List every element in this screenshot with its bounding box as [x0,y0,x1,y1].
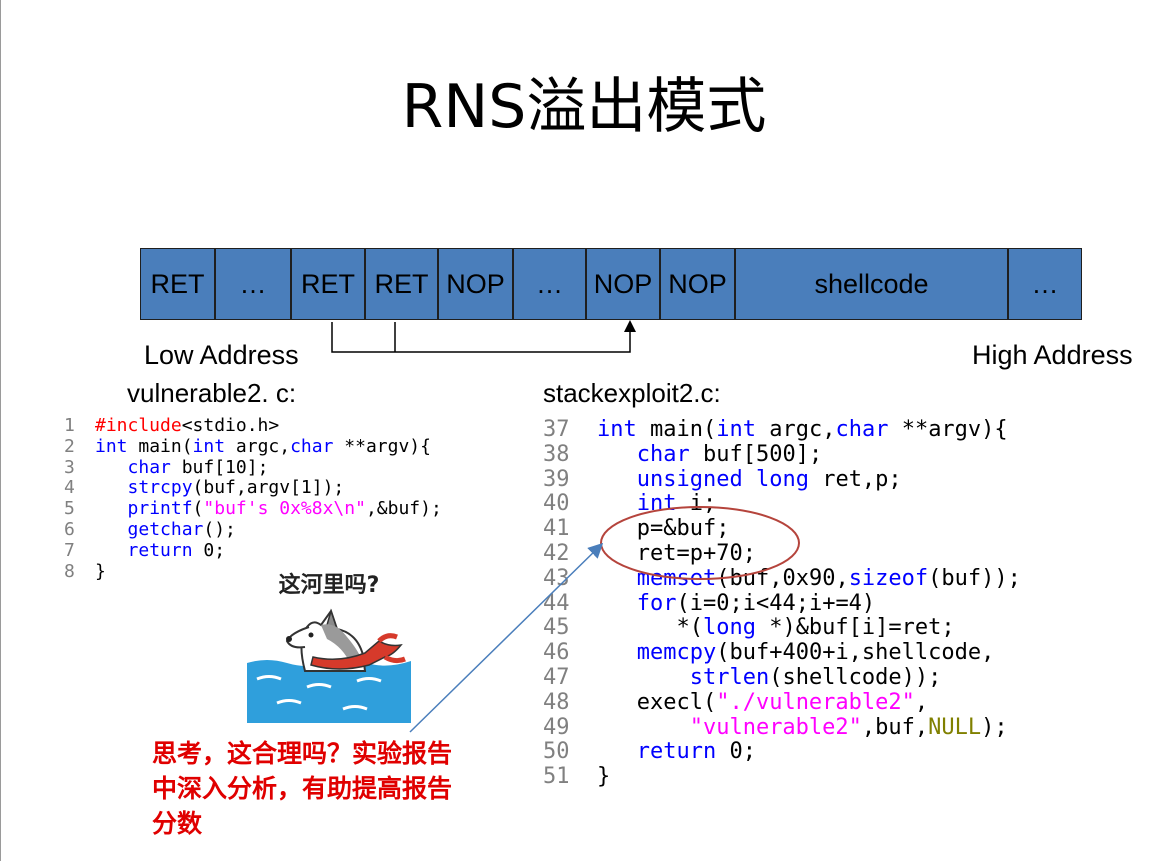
annotation-overlay [331,320,800,733]
ret-to-nop-connector [331,320,636,353]
pointer-arrow [409,542,604,733]
highlight-ellipse [600,506,800,580]
